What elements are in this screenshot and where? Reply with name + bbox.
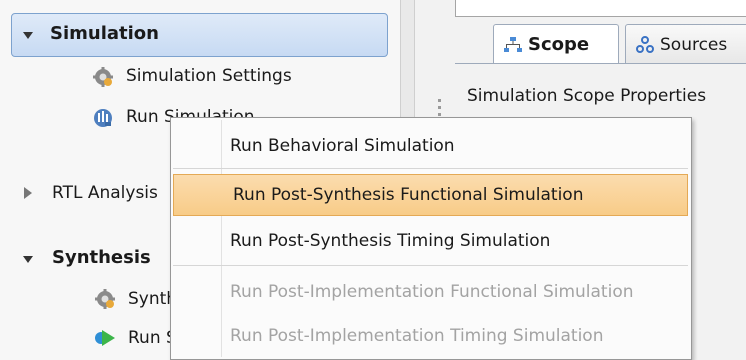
hierarchy-icon	[504, 36, 522, 52]
simulation-section-label: Simulation	[50, 23, 159, 44]
tab-scope-label: Scope	[528, 34, 590, 55]
menu-item-label: Run Post-Implementation Functional Simul…	[230, 282, 634, 302]
expand-arrow-icon[interactable]	[24, 187, 32, 199]
synthesis-section-label: Synthesis	[52, 247, 151, 268]
menu-item-label: Run Behavioral Simulation	[230, 136, 455, 156]
menu-item-label: Run Post-Synthesis Timing Simulation	[230, 231, 551, 251]
menu-item-label: Run Post-Synthesis Functional Simulation	[233, 185, 584, 205]
gear-icon	[93, 67, 113, 87]
splitter-grip	[438, 113, 441, 116]
tab-sources[interactable]: Sources	[625, 24, 746, 64]
collapse-arrow-icon[interactable]	[23, 32, 33, 39]
top-pane	[455, 0, 746, 17]
sources-icon	[636, 35, 654, 53]
menu-separator	[173, 265, 688, 266]
gear-icon	[95, 289, 115, 309]
splitter-grip	[438, 99, 441, 102]
splitter-grip	[438, 106, 441, 109]
tab-scope[interactable]: Scope	[493, 24, 619, 64]
menu-separator	[173, 168, 688, 169]
menu-item-run-post-synthesis-timing-simulation[interactable]: Run Post-Synthesis Timing Simulation	[171, 223, 691, 259]
menu-item-run-behavioral-simulation[interactable]: Run Behavioral Simulation	[171, 128, 691, 164]
menu-item-run-post-implementation-timing-simulation: Run Post-Implementation Timing Simulatio…	[171, 318, 691, 354]
tab-strip-border	[455, 63, 746, 64]
run-simulation-context-menu: Run Behavioral Simulation Run Post-Synth…	[170, 117, 692, 360]
waveform-icon	[94, 109, 112, 127]
collapse-arrow-icon[interactable]	[23, 256, 33, 263]
run-arrow-icon	[95, 330, 115, 346]
menu-item-label: Run Post-Implementation Timing Simulatio…	[230, 326, 604, 346]
simulation-settings-item[interactable]: Simulation Settings	[126, 66, 292, 86]
menu-item-run-post-synthesis-functional-simulation[interactable]: Run Post-Synthesis Functional Simulation	[173, 174, 688, 216]
menu-item-run-post-implementation-functional-simulation: Run Post-Implementation Functional Simul…	[171, 274, 691, 310]
tab-sources-label: Sources	[660, 34, 728, 55]
properties-title: Simulation Scope Properties	[467, 86, 707, 106]
rtl-analysis-section-label[interactable]: RTL Analysis	[52, 183, 158, 203]
